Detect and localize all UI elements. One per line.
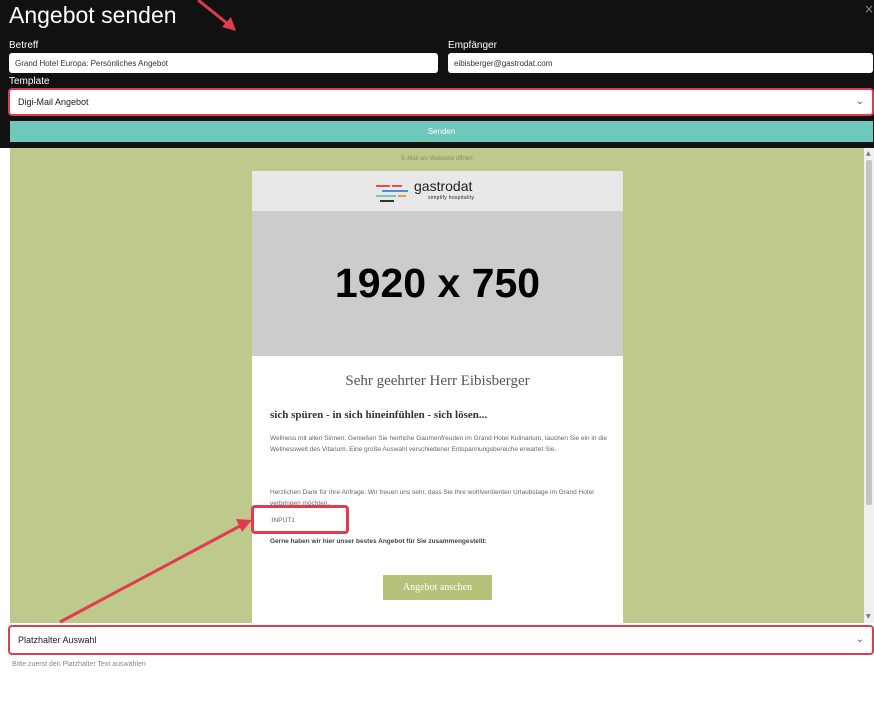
- close-icon[interactable]: ×: [864, 2, 874, 16]
- view-offer-button[interactable]: Angebot anschen: [383, 575, 492, 600]
- chevron-down-icon: ⌄: [855, 95, 864, 107]
- placeholder-select[interactable]: Platzhalter Auswahl ⌄: [8, 625, 874, 655]
- gastrodat-logo-icon: [376, 185, 408, 202]
- subject-label: Betreff: [9, 40, 39, 51]
- send-offer-dialog: Angebot senden × Betreff Grand Hotel Eur…: [0, 0, 874, 716]
- template-label: Template: [9, 76, 50, 87]
- scroll-up-icon[interactable]: ▲: [866, 150, 871, 157]
- email-headline: sich spüren - in sich hineinfühlen - sic…: [270, 409, 488, 421]
- scroll-thumb[interactable]: [866, 160, 872, 505]
- open-as-website-link[interactable]: E-Mail als Webseite öffnen: [10, 156, 864, 162]
- placeholder-select-value: Platzhalter Auswahl: [18, 635, 97, 645]
- chevron-down-icon: ⌄: [855, 633, 864, 645]
- salutation: Sehr geehrter Herr Eibisberger: [345, 373, 530, 389]
- dialog-title: Angebot senden: [9, 2, 177, 28]
- scroll-down-icon[interactable]: ▼: [866, 613, 871, 620]
- logo-name: gastrodat: [414, 178, 473, 194]
- offer-intro: Gerne haben wir hier unser bestes Angebo…: [270, 538, 487, 545]
- subject-input[interactable]: Grand Hotel Europa: Persönliches Angebot: [9, 53, 438, 73]
- email-body: gastrodat simplify hospitality 1920 x 75…: [252, 171, 623, 623]
- email-paragraph-1: Wellness mit allen Sinnen. Genießen Sie …: [270, 435, 607, 453]
- hero-image-placeholder: 1920 x 750: [252, 211, 623, 356]
- input-annotation-box: [251, 505, 349, 534]
- send-button[interactable]: Senden: [10, 121, 873, 142]
- email-preview: E-Mail als Webseite öffnen gastrodat sim…: [10, 148, 864, 623]
- logo-bar: gastrodat simplify hospitality: [252, 171, 623, 211]
- placeholder-hint: Bitte zuerst den Platzhalter Text auswäh…: [12, 661, 146, 668]
- preview-scrollbar[interactable]: ▲ ▼: [864, 148, 874, 623]
- recipient-label: Empfänger: [448, 40, 497, 51]
- template-select[interactable]: Digi-Mail Angebot ⌄: [8, 88, 874, 116]
- template-select-value: Digi-Mail Angebot: [18, 97, 89, 107]
- logo-tagline: simplify hospitality: [428, 195, 475, 201]
- recipient-input[interactable]: eibisberger@gastrodat.com: [448, 53, 873, 73]
